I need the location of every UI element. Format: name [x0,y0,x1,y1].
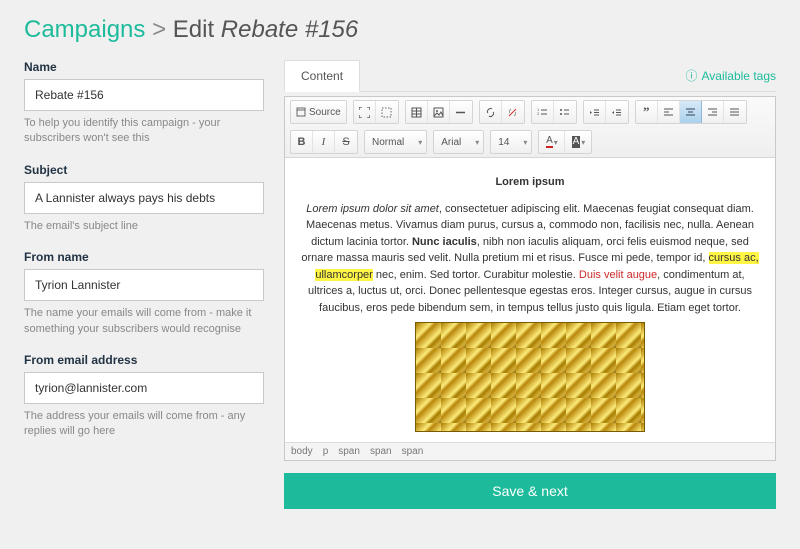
path-item[interactable]: span [370,446,392,457]
alignjustify-button[interactable] [724,101,746,123]
blocks-icon [381,107,392,118]
hr-button[interactable] [450,101,472,123]
outdent-icon [589,107,600,118]
editor-content[interactable]: Lorem ipsum Lorem ipsum dolor sit amet, … [285,158,775,442]
name-help: To help you identify this campaign - you… [24,116,264,147]
breadcrumb-root[interactable]: Campaigns [24,16,145,43]
bgcolor-icon: A [572,136,581,148]
unlink-button[interactable] [502,101,524,123]
indent-button[interactable] [606,101,628,123]
aligncenter-icon [685,107,696,118]
caret-icon: ▾ [581,138,585,147]
alignleft-icon [663,107,674,118]
available-tags-label: Available tags [702,69,777,83]
italic-button[interactable]: I [313,131,335,153]
hr-icon [455,107,466,118]
bullist-icon [559,107,570,118]
path-item[interactable]: p [323,446,329,457]
source-label: Source [309,107,341,118]
breadcrumb-action: Edit [173,16,214,43]
link-button[interactable] [480,101,502,123]
breadcrumb-subject: Rebate #156 [221,16,358,43]
blockquote-button[interactable]: ” [636,101,658,123]
textcolor-button[interactable]: A▾ [539,131,565,153]
rich-text-editor: Source [284,96,776,461]
path-item[interactable]: span [338,446,360,457]
maximize-icon [359,107,370,118]
alignleft-button[interactable] [658,101,680,123]
image-button[interactable] [428,101,450,123]
caret-icon: ▾ [475,138,479,147]
subject-help: The email's subject line [24,219,264,234]
textcolor-icon: A [546,136,553,148]
breadcrumb: Campaigns > Edit Rebate #156 [24,16,776,44]
bullist-button[interactable] [554,101,576,123]
content-title: Lorem ipsum [299,174,761,191]
font-select[interactable]: Arial ▾ [434,131,483,153]
alignjustify-icon [729,107,740,118]
element-path: body p span span span [285,442,775,460]
editor-toolbar: Source [285,97,775,158]
name-label: Name [24,60,264,74]
format-value: Normal [372,137,404,148]
strike-button[interactable]: S [335,131,357,153]
fromemail-help: The address your emails will come from -… [24,409,264,440]
numlist-button[interactable]: 12 [532,101,554,123]
breadcrumb-sep: > [152,16,166,43]
path-item[interactable]: span [402,446,424,457]
path-item[interactable]: body [291,446,313,457]
svg-text:2: 2 [537,111,540,116]
available-tags-link[interactable]: ⓘ Available tags [685,67,776,84]
fromemail-label: From email address [24,353,264,367]
tab-content[interactable]: Content [284,60,360,92]
indent-icon [611,107,622,118]
source-icon [296,107,306,117]
unlink-icon [507,107,518,118]
fontsize-value: 14 [498,137,509,148]
info-icon: ⓘ [685,67,697,84]
fromname-label: From name [24,250,264,264]
table-icon [411,107,422,118]
fromemail-input[interactable] [24,372,264,404]
alignright-icon [707,107,718,118]
content-image-coins [415,322,645,432]
numlist-icon: 12 [537,107,548,118]
subject-label: Subject [24,163,264,177]
fromname-help: The name your emails will come from - ma… [24,306,264,337]
subject-input[interactable] [24,182,264,214]
alignright-button[interactable] [702,101,724,123]
link-icon [485,107,496,118]
save-next-button[interactable]: Save & next [284,473,776,509]
fontsize-select[interactable]: 14 ▾ [491,131,531,153]
font-value: Arial [441,137,461,148]
fromname-input[interactable] [24,269,264,301]
caret-icon: ▾ [418,138,422,147]
caret-icon: ▾ [554,138,558,147]
table-button[interactable] [406,101,428,123]
bgcolor-button[interactable]: A▾ [565,131,591,153]
bold-button[interactable]: B [291,131,313,153]
outdent-button[interactable] [584,101,606,123]
image-icon [433,107,444,118]
content-paragraph: Lorem ipsum dolor sit amet, consectetuer… [299,201,761,317]
maximize-button[interactable] [354,101,376,123]
showblocks-button[interactable] [376,101,398,123]
caret-icon: ▾ [523,138,527,147]
name-input[interactable] [24,79,264,111]
aligncenter-button[interactable] [680,101,702,123]
format-select[interactable]: Normal ▾ [365,131,426,153]
source-button[interactable]: Source [291,101,346,123]
